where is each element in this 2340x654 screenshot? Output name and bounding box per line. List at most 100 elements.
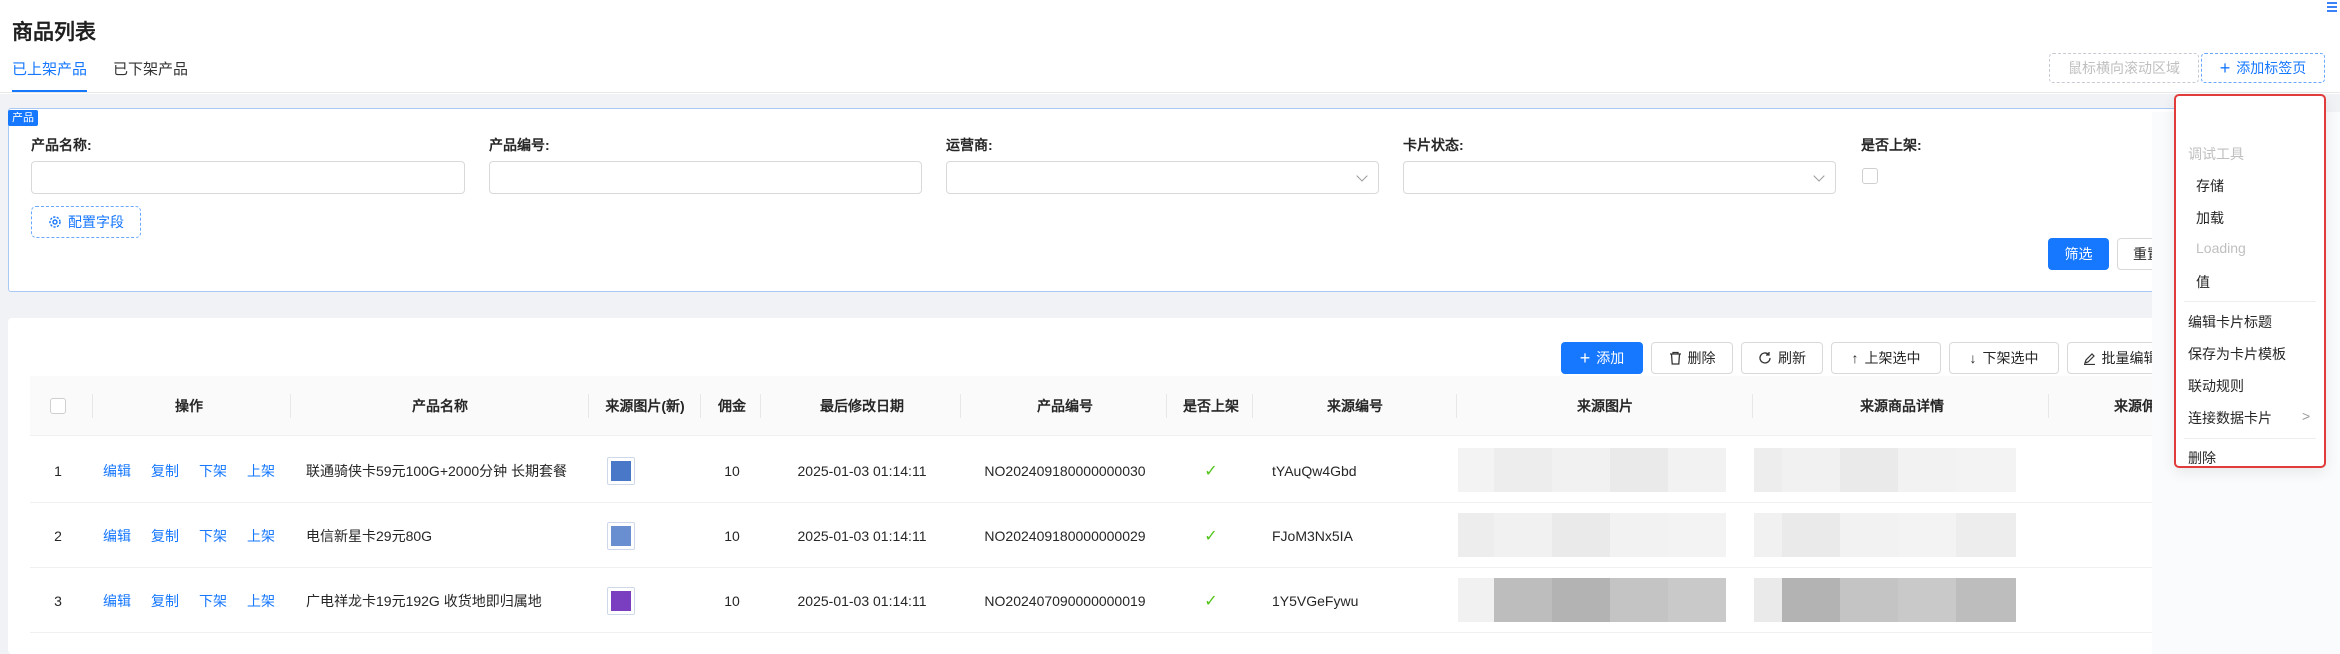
row-action-delist[interactable]: 下架 <box>199 503 231 568</box>
thumbnail-image[interactable] <box>607 521 635 550</box>
menu-item-linkage-rules[interactable]: 联动规则 <box>2188 376 2244 396</box>
menu-item-edit-card-title[interactable]: 编辑卡片标题 <box>2188 312 2272 332</box>
refresh-icon <box>1759 352 1771 364</box>
row-action-edit[interactable]: 编辑 <box>103 568 135 633</box>
row-source-code: 1Y5VGeFywu <box>1272 592 1359 609</box>
row-product-code: NO202409180000000029 <box>984 527 1146 544</box>
blurred-image-segment <box>1552 448 1610 492</box>
edit-icon <box>2083 352 2095 365</box>
product-name-input[interactable] <box>31 161 465 194</box>
row-action-copy[interactable]: 复制 <box>151 503 183 568</box>
blurred-image-segment <box>1668 448 1726 492</box>
product-code-input[interactable] <box>489 161 922 194</box>
row-action-delist[interactable]: 下架 <box>199 568 231 633</box>
row-action-edit[interactable]: 编辑 <box>103 438 135 503</box>
blurred-image-segment <box>1956 448 2016 492</box>
row-action-list[interactable]: 上架 <box>247 503 279 568</box>
blurred-image-segment <box>1610 578 1668 622</box>
row-commission: 10 <box>724 462 740 479</box>
card-status-label: 卡片状态: <box>1403 137 1464 153</box>
add-tab-label: 添加标签页 <box>2236 60 2307 76</box>
blurred-image-segment <box>1458 513 1494 557</box>
menu-item-value[interactable]: 值 <box>2196 272 2210 292</box>
blurred-image-segment <box>1552 513 1610 557</box>
blurred-image-segment <box>1552 578 1610 622</box>
scroll-area-label: 鼠标横向滚动区域 <box>2068 60 2180 76</box>
scroll-area-hint[interactable]: 鼠标横向滚动区域 <box>2049 53 2199 83</box>
refresh-label: 刷新 <box>1778 350 1806 366</box>
blurred-image-segment <box>1494 513 1552 557</box>
menu-icon[interactable] <box>2326 0 2338 14</box>
select-all-checkbox[interactable] <box>50 398 66 414</box>
filter-button[interactable]: 筛选 <box>2048 238 2109 270</box>
blurred-image-segment <box>1898 448 1956 492</box>
delist-selected-label: 下架选中 <box>1982 350 2039 366</box>
context-menu: 调试工具 存储 加载 Loading 值 编辑卡片标题 保存为卡片模板 联动规则… <box>2174 94 2326 468</box>
menu-item-connect-data-card[interactable]: 连接数据卡片 <box>2188 408 2272 428</box>
blurred-image-segment <box>1840 448 1898 492</box>
row-source-image-thumb <box>606 503 636 568</box>
row-action-delist[interactable]: 下架 <box>199 438 231 503</box>
page-title: 商品列表 <box>12 21 96 44</box>
menu-item-delete[interactable]: 删除 <box>2188 448 2216 468</box>
row-action-list[interactable]: 上架 <box>247 568 279 633</box>
col-source-image: 来源图片 <box>1577 398 1633 414</box>
operator-label: 运营商: <box>946 137 993 153</box>
col-source-detail: 来源商品详情 <box>1860 398 1944 414</box>
trash-icon <box>1669 351 1681 365</box>
blurred-image-segment <box>1754 578 1782 622</box>
thumbnail-image[interactable] <box>607 586 635 615</box>
list-selected-label: 上架选中 <box>1864 350 1921 366</box>
batch-edit-label: 批量编辑 <box>2101 350 2158 366</box>
blurred-image-segment <box>1956 513 2016 557</box>
list-selected-button[interactable]: ↑ 上架选中 <box>1831 342 1941 374</box>
blurred-image-segment <box>1668 513 1726 557</box>
config-fields-label: 配置字段 <box>68 214 124 230</box>
menu-divider <box>2184 438 2316 439</box>
row-action-edit[interactable]: 编辑 <box>103 503 135 568</box>
delist-selected-button[interactable]: ↓ 下架选中 <box>1949 342 2059 374</box>
row-action-copy[interactable]: 复制 <box>151 568 183 633</box>
row-modified-date: 2025-01-03 01:14:11 <box>797 527 927 544</box>
menu-item-save-template[interactable]: 保存为卡片模板 <box>2188 344 2286 364</box>
blurred-image-segment <box>1458 578 1494 622</box>
filter-card <box>8 108 2322 292</box>
blurred-image-segment <box>1782 448 1840 492</box>
blurred-image-segment <box>1898 578 1956 622</box>
is-listed-checkbox[interactable] <box>1862 168 1878 184</box>
col-product-name: 产品名称 <box>412 398 468 414</box>
operator-select[interactable] <box>946 161 1379 194</box>
blurred-image-segment <box>1494 578 1552 622</box>
blurred-image-segment <box>1840 578 1898 622</box>
card-status-select[interactable] <box>1403 161 1836 194</box>
add-button[interactable]: + 添加 <box>1561 342 1643 374</box>
tab-delisted-products[interactable]: 已下架产品 <box>113 58 188 92</box>
row-product-name: 广电祥龙卡19元192G 收货地即归属地 <box>306 592 542 609</box>
row-commission: 10 <box>724 592 740 609</box>
blurred-image-segment <box>1782 513 1840 557</box>
row-action-list[interactable]: 上架 <box>247 438 279 503</box>
menu-item-load[interactable]: 加载 <box>2196 208 2224 228</box>
tab-listed-products[interactable]: 已上架产品 <box>12 58 88 92</box>
chevron-down-icon <box>1813 170 1825 182</box>
blurred-image-segment <box>1956 578 2016 622</box>
col-commission: 佣金 <box>718 398 746 414</box>
thumbnail-image[interactable] <box>607 456 635 485</box>
col-source-code: 来源编号 <box>1327 398 1383 414</box>
config-fields-button[interactable]: 配置字段 <box>31 206 141 238</box>
blurred-image-segment <box>1668 578 1726 622</box>
row-action-copy[interactable]: 复制 <box>151 438 183 503</box>
add-tab-button[interactable]: + 添加标签页 <box>2201 53 2325 83</box>
delete-button[interactable]: 删除 <box>1651 342 1733 374</box>
arrow-down-icon: ↓ <box>1969 350 1977 366</box>
row-listed-check-icon: ✓ <box>1204 527 1218 545</box>
blurred-image-segment <box>1898 513 1956 557</box>
row-modified-date: 2025-01-03 01:14:11 <box>797 592 927 609</box>
menu-item-save[interactable]: 存储 <box>2196 176 2224 196</box>
add-label: 添加 <box>1596 350 1625 366</box>
menu-divider <box>2184 301 2316 302</box>
arrow-up-icon: ↑ <box>1851 350 1859 366</box>
plus-icon: + <box>2219 58 2231 78</box>
refresh-button[interactable]: 刷新 <box>1741 342 1823 374</box>
row-product-code: NO202407090000000019 <box>984 592 1146 609</box>
